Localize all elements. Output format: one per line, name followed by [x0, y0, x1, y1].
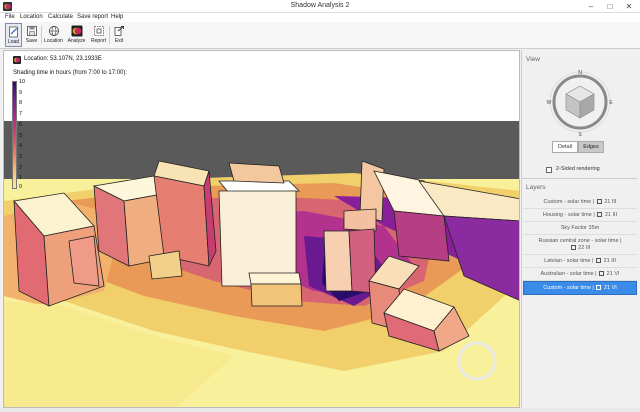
exit-label: Exit — [114, 38, 124, 44]
report-label: Report — [90, 38, 106, 44]
two-sided-rendering-label: 2-Sided rendering — [556, 166, 600, 172]
save-icon — [26, 26, 37, 36]
report-icon — [93, 26, 104, 36]
view-heading: View — [526, 56, 540, 63]
view-cube-icon — [565, 85, 595, 119]
layers-heading: Layers — [526, 184, 546, 191]
analyze-label: Analyze — [67, 38, 86, 44]
view-compass[interactable]: N S E W — [522, 66, 638, 138]
menu-location[interactable]: Location — [20, 14, 43, 20]
analyze-button[interactable]: Analyze — [66, 23, 87, 47]
location-icon — [13, 56, 21, 64]
legend-tick: 10 — [19, 79, 26, 85]
title-bar: Shadow Analysis 2 – □ ✕ — [0, 0, 640, 13]
globe-icon — [48, 26, 59, 36]
shading-legend-title: Shading time in hours (from 7:00 to 17:0… — [13, 70, 128, 76]
calendar-icon — [596, 199, 602, 204]
close-button[interactable]: ✕ — [622, 1, 636, 12]
maximize-button[interactable]: □ — [603, 1, 617, 12]
toolbar: Load Save Location Analyze Report Exit — [0, 22, 640, 49]
building-top — [228, 162, 285, 184]
compass-north: N — [578, 70, 582, 76]
legend-tick: 1 — [19, 175, 23, 182]
save-button[interactable]: Save — [23, 23, 40, 47]
calendar-icon — [599, 271, 605, 276]
legend-tick: 7 — [19, 111, 23, 118]
layer-item[interactable]: Housing - solar time | 21 III — [523, 209, 637, 222]
legend-tick: 6 — [19, 121, 23, 128]
menu-help[interactable]: Help — [111, 14, 123, 20]
building-face — [250, 283, 303, 307]
status-bar — [0, 408, 640, 412]
load-label: Load — [7, 39, 20, 45]
calendar-icon — [596, 285, 602, 290]
legend-tick: 0 — [19, 184, 23, 190]
3d-viewport[interactable]: Location: 53.107N, 23.1933E Shading time… — [3, 50, 520, 408]
layer-item[interactable]: Custom - solar time | 21 III — [523, 196, 637, 209]
legend-tick: 4 — [19, 143, 23, 150]
detail-mode-button[interactable]: Detail — [552, 141, 578, 153]
legend-tick: 3 — [19, 153, 23, 160]
building-top — [343, 208, 377, 232]
menu-bar: File Location Calculate Save report Help — [0, 13, 640, 22]
location-button[interactable]: Location — [43, 23, 64, 47]
location-label: Location — [44, 38, 63, 44]
compass-west: W — [547, 100, 552, 106]
calendar-icon — [570, 245, 576, 250]
minimize-button[interactable]: – — [584, 1, 598, 12]
load-icon — [8, 26, 18, 38]
layer-item[interactable]: Latvian - solar time | 21 III — [523, 255, 637, 268]
building-face — [393, 210, 450, 262]
menu-calculate[interactable]: Calculate — [48, 14, 73, 20]
building-top — [248, 272, 302, 285]
toolbar-separator — [41, 26, 42, 44]
menu-save-report[interactable]: Save report — [77, 14, 108, 20]
layer-item-selected[interactable]: Custom - solar time | 21 VI — [523, 281, 637, 295]
two-sided-rendering-checkbox[interactable] — [546, 167, 552, 173]
shadow-scene[interactable] — [4, 51, 520, 408]
layer-item[interactable]: Australian - solar time | 21 VI — [523, 268, 637, 281]
location-readout: Location: 53.107N, 23.1933E — [24, 56, 102, 62]
legend-tick: 5 — [19, 132, 23, 139]
legend-tick: 8 — [19, 100, 23, 107]
calendar-icon — [597, 212, 603, 217]
layer-item[interactable]: Russian central zone - solar time | 22 I… — [523, 235, 637, 255]
calendar-icon — [596, 258, 602, 263]
toolbar-separator — [109, 26, 110, 44]
load-button[interactable]: Load — [5, 23, 22, 47]
window-title: Shadow Analysis 2 — [290, 2, 350, 9]
edges-mode-button[interactable]: Edges — [578, 141, 604, 153]
panel-divider — [522, 178, 637, 179]
compass-south: S — [578, 132, 582, 138]
menu-file[interactable]: File — [5, 14, 15, 20]
report-button[interactable]: Report — [89, 23, 108, 47]
building-face — [148, 250, 183, 280]
analyze-icon — [71, 25, 82, 37]
shading-legend-bar — [12, 81, 17, 189]
building-face — [323, 230, 353, 292]
building-face — [218, 190, 297, 287]
save-label: Save — [25, 38, 38, 44]
exit-icon — [114, 26, 124, 36]
layer-item[interactable]: Sky Factor 35m — [523, 222, 637, 235]
layers-list: Custom - solar time | 21 III Housing - s… — [522, 196, 638, 295]
building-face — [68, 235, 100, 287]
legend-tick: 2 — [19, 164, 23, 171]
legend-tick: 9 — [19, 89, 23, 96]
compass-east: E — [609, 100, 613, 106]
side-panel: View N S E W Detail Edges 2-Sided render… — [521, 50, 637, 408]
exit-button[interactable]: Exit — [111, 23, 127, 47]
